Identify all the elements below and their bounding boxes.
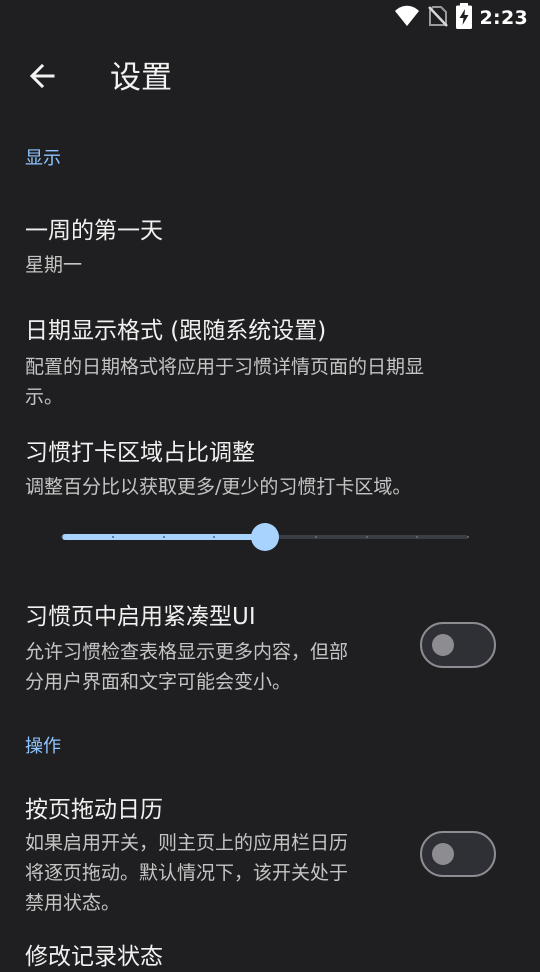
slider-tick	[467, 536, 469, 538]
slider-tick	[162, 536, 165, 538]
arrow-left-icon	[28, 62, 56, 94]
pref-summary: 分用户界面和文字可能会变小。	[25, 671, 292, 693]
switch-knob	[432, 843, 454, 865]
pref-summary: 示。	[25, 386, 64, 408]
pref-summary: 星期一	[25, 254, 83, 276]
pref-title: 习惯页中启用紧凑型UI	[25, 604, 256, 630]
slider-tick	[314, 536, 317, 538]
status-icons: 2:23	[394, 3, 528, 33]
pref-summary: 配置的日期格式将应用于习惯详情页面的日期显	[25, 356, 425, 378]
page-title: 设置	[110, 60, 172, 96]
back-button[interactable]	[22, 58, 62, 98]
slider-tick	[365, 536, 368, 538]
pref-summary: 调整百分比以获取更多/更少的习惯打卡区域。	[25, 476, 412, 498]
status-bar: 2:23	[0, 0, 540, 36]
pref-summary: 禁用状态。	[25, 892, 121, 914]
app-bar: 设置	[0, 36, 540, 124]
switch-knob	[432, 634, 454, 656]
pref-title: 日期显示格式 (跟随系统设置)	[25, 318, 327, 344]
pref-summary: 将逐页拖动。默认情况下，该开关处于	[25, 862, 349, 884]
section-header-display: 显示	[25, 148, 61, 169]
slider-tick	[111, 536, 114, 538]
page-scroll-switch[interactable]	[420, 831, 496, 877]
wifi-icon	[394, 5, 420, 31]
pref-title: 修改记录状态	[25, 944, 163, 970]
pref-title: 习惯打卡区域占比调整	[25, 440, 255, 466]
pref-summary: 如果启用开关，则主页上的应用栏日历	[25, 832, 349, 854]
no-sim-icon	[427, 5, 448, 31]
pref-title: 按页拖动日历	[25, 797, 163, 823]
ratio-slider[interactable]	[61, 522, 469, 552]
compact-ui-switch[interactable]	[420, 622, 496, 668]
battery-charging-icon	[455, 3, 472, 33]
slider-thumb[interactable]	[251, 523, 279, 551]
slider-tick	[61, 536, 63, 538]
pref-title: 一周的第一天	[25, 218, 163, 244]
clock-time: 2:23	[479, 7, 528, 29]
pref-summary: 允许习惯检查表格显示更多内容，但部	[25, 641, 349, 663]
section-header-actions: 操作	[25, 736, 61, 757]
